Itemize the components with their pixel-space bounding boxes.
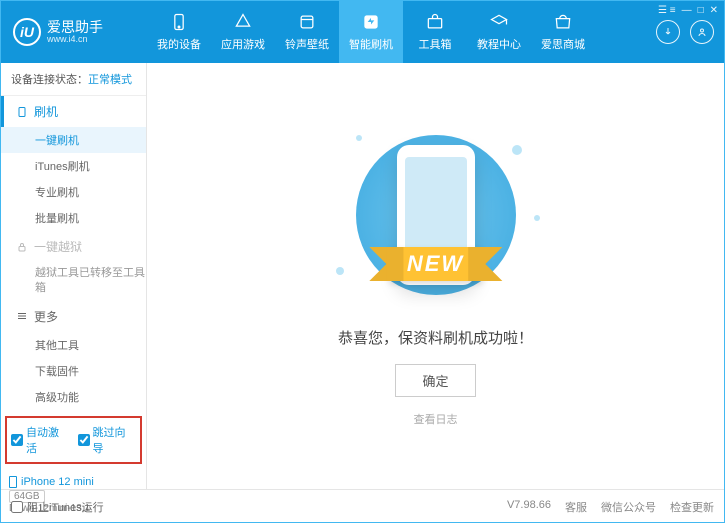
nav-label: 工具箱 <box>419 36 452 52</box>
chk-label: 阻止iTunes运行 <box>27 499 104 515</box>
menu-icon <box>16 310 28 322</box>
nav-label: 应用游戏 <box>221 36 265 52</box>
maximize-icon[interactable]: □ <box>698 5 704 16</box>
tutorials-icon <box>489 12 509 32</box>
sidebar-group-label: 一键越狱 <box>34 238 82 255</box>
sidebar-group-label: 更多 <box>34 308 58 325</box>
wechat-link[interactable]: 微信公众号 <box>601 499 656 515</box>
sidebar-group-flash[interactable]: 刷机 <box>1 96 146 127</box>
nav-apps[interactable]: 应用游戏 <box>211 1 275 63</box>
nav-store[interactable]: 爱思商城 <box>531 1 595 63</box>
chk-auto-activate[interactable]: 自动激活 <box>11 424 70 456</box>
success-message: 恭喜您，保资料刷机成功啦！ <box>338 327 533 348</box>
nav-label: 铃声壁纸 <box>285 36 329 52</box>
service-link[interactable]: 客服 <box>565 499 587 515</box>
window-controls: ☰ ≡ — □ ✕ <box>658 5 718 16</box>
view-log-link[interactable]: 查看日志 <box>414 411 458 427</box>
chk-skip-guide[interactable]: 跳过向导 <box>78 424 137 456</box>
connection-status: 设备连接状态：正常模式 <box>1 63 146 96</box>
nav-label: 智能刷机 <box>349 36 393 52</box>
sidebar-item-itunes[interactable]: iTunes刷机 <box>1 153 146 179</box>
app-site: www.i4.cn <box>47 35 103 44</box>
sidebar-item-onekey[interactable]: 一键刷机 <box>1 127 146 153</box>
lock-icon <box>16 241 28 253</box>
nav-my-device[interactable]: 我的设备 <box>147 1 211 63</box>
update-link[interactable]: 检查更新 <box>670 499 714 515</box>
ringtone-icon <box>297 12 317 32</box>
success-illustration: NEW <box>326 125 546 305</box>
logo: iU 爱思助手 www.i4.cn <box>1 18 147 46</box>
nav-tutorials[interactable]: 教程中心 <box>467 1 531 63</box>
settings-icon[interactable]: ☰ ≡ <box>658 5 676 16</box>
download-icon[interactable] <box>656 20 680 44</box>
phone-icon <box>16 105 28 119</box>
user-icon[interactable] <box>690 20 714 44</box>
version-label: V7.98.66 <box>507 499 551 515</box>
nav-ringtones[interactable]: 铃声壁纸 <box>275 1 339 63</box>
header-right <box>656 20 724 44</box>
flash-icon <box>361 12 381 32</box>
logo-icon: iU <box>13 18 41 46</box>
confirm-button[interactable]: 确定 <box>395 364 475 397</box>
device-name-row: iPhone 12 mini <box>9 476 138 488</box>
nav-label: 教程中心 <box>477 36 521 52</box>
chk-block-itunes-input[interactable] <box>11 501 23 513</box>
sidebar-group-more[interactable]: 更多 <box>1 301 146 332</box>
sidebar-item-batch[interactable]: 批量刷机 <box>1 205 146 231</box>
new-ribbon: NEW <box>389 247 482 281</box>
chk-auto-activate-input[interactable] <box>11 434 23 446</box>
toolbox-icon <box>425 12 445 32</box>
chk-skip-guide-input[interactable] <box>78 434 90 446</box>
sidebar-item-download[interactable]: 下载固件 <box>1 358 146 384</box>
chk-label: 跳过向导 <box>93 424 137 456</box>
sidebar-group-label: 刷机 <box>34 103 58 120</box>
device-name: iPhone 12 mini <box>21 476 94 488</box>
status-label: 设备连接状态： <box>11 74 88 86</box>
nav-toolbox[interactable]: 工具箱 <box>403 1 467 63</box>
sidebar-item-pro[interactable]: 专业刷机 <box>1 179 146 205</box>
main-content: NEW 恭喜您，保资料刷机成功啦！ 确定 查看日志 <box>147 63 724 489</box>
sidebar-item-other[interactable]: 其他工具 <box>1 332 146 358</box>
sidebar-item-advanced[interactable]: 高级功能 <box>1 384 146 410</box>
apps-icon <box>233 12 253 32</box>
chk-block-itunes[interactable]: 阻止iTunes运行 <box>11 499 104 515</box>
status-value: 正常模式 <box>88 74 132 86</box>
nav-label: 爱思商城 <box>541 36 585 52</box>
phone-icon <box>9 476 17 488</box>
nav-flash[interactable]: 智能刷机 <box>339 1 403 63</box>
store-icon <box>553 12 573 32</box>
app-name: 爱思助手 <box>47 20 103 35</box>
sidebar: 设备连接状态：正常模式 刷机 一键刷机 iTunes刷机 专业刷机 批量刷机 一… <box>1 63 147 489</box>
chk-label: 自动激活 <box>26 424 70 456</box>
nav-label: 我的设备 <box>157 36 201 52</box>
close-icon[interactable]: ✕ <box>710 5 718 16</box>
header: iU 爱思助手 www.i4.cn 我的设备 应用游戏 铃声壁纸 智能刷机 工具… <box>1 1 724 63</box>
device-icon <box>169 12 189 32</box>
checkbox-group: 自动激活 跳过向导 <box>5 416 142 464</box>
jailbreak-note: 越狱工具已转移至工具箱 <box>1 262 146 301</box>
top-nav: 我的设备 应用游戏 铃声壁纸 智能刷机 工具箱 教程中心 爱思商城 <box>147 1 656 63</box>
sidebar-group-jailbreak: 一键越狱 <box>1 231 146 262</box>
minimize-icon[interactable]: — <box>682 5 692 16</box>
